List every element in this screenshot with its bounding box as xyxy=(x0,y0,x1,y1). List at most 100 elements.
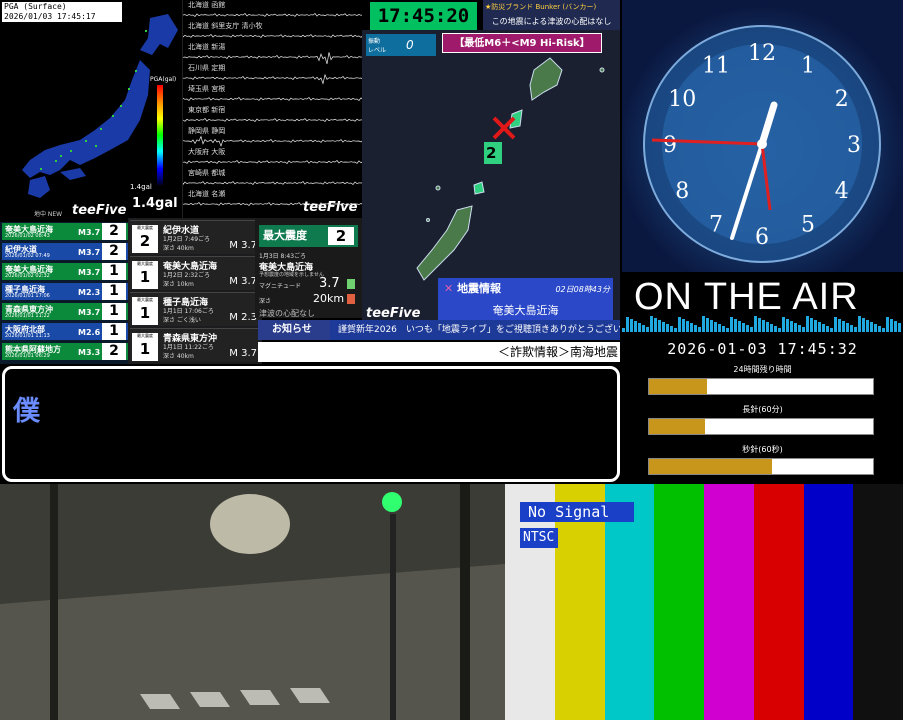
teefive-logo-waves: teeFive xyxy=(303,200,358,215)
notice-label: お知らせ xyxy=(258,320,330,340)
top-banner: ★防災ブランド Bunker (バンカー) この地震による津波の心配はなし xyxy=(483,0,620,30)
progress-bar-fill xyxy=(649,379,708,394)
detail-intensity-box: 最大震度 2 xyxy=(132,225,158,253)
earthquake-detail-item[interactable]: 最大震度 2 紀伊水道 1月2日 7:49ごろ 深さ 40km M 3.7 xyxy=(130,220,260,254)
earthquake-detail-item[interactable]: 最大震度 1 青森県東方沖 1月1日 11:22ごろ 深さ 40km M 3.7 xyxy=(130,328,260,362)
clock-numeral: 10 xyxy=(668,87,696,112)
earthquake-detail-item[interactable]: 最大震度 1 種子島近海 1月1日 17:06ごろ 深さ ごく浅い M 2.3 xyxy=(130,292,260,326)
earthquake-list-item[interactable]: 紀伊水道 2026/01/02 07:49 M3.7 2 xyxy=(2,243,128,260)
detail-time: 1月2日 2:32ごろ xyxy=(163,272,211,279)
teefive-logo: teeFive xyxy=(72,203,127,218)
eq-magnitude: M3.7 xyxy=(78,268,101,277)
detail-intensity-label: 最大震度 xyxy=(137,225,153,230)
depth-value: 20km xyxy=(313,292,345,305)
bar-label: 秒針(60秒) xyxy=(742,445,783,454)
detail-intensity-label: 最大震度 xyxy=(137,297,153,302)
clock-numeral: 5 xyxy=(801,213,815,238)
detail-depth: 深さ 10km xyxy=(163,281,194,288)
earthquake-list-item[interactable]: 大阪府北部 2026/01/01 11:13 M2.6 1 xyxy=(2,323,128,340)
clock-numeral: 3 xyxy=(847,133,861,158)
progress-bars-panel: 24時間残り時間 長針(60分) 秒針(60秒) xyxy=(622,362,903,482)
earthquake-list-item[interactable]: 奄美大島近海 2026/01/02 08:43 M3.7 2 xyxy=(2,223,128,240)
earthquake-list-item[interactable]: 奄美大島近海 2026/01/02 02:32 M3.7 1 xyxy=(2,263,128,280)
eq-datetime: 2026/01/02 02:32 xyxy=(5,273,50,279)
eq-magnitude: M3.7 xyxy=(78,248,101,257)
detail-depth: 深さ 40km xyxy=(163,245,194,252)
pga-label-text: PGA (Surface) xyxy=(4,2,67,11)
max-intensity-value: 2 xyxy=(328,227,354,245)
depth-indicator xyxy=(347,294,355,304)
clock-numeral: 7 xyxy=(709,213,723,238)
info-title-text: 地震情報 xyxy=(457,282,502,295)
risk-badge: 【最低M6＋<M9 Hi-Risk】 xyxy=(442,33,602,53)
island-map xyxy=(416,48,605,281)
info-time: 02日08時43分 xyxy=(555,285,610,294)
detail-intensity-label: 最大震度 xyxy=(137,333,153,338)
max-intensity-panel: 最大震度 2 1月3日 8:43ごろ 奄美大島近海 予想震度の地域を示しません … xyxy=(255,218,362,318)
clock-numeral: 4 xyxy=(835,179,849,204)
pga-logo-prefix: 地中 NEW xyxy=(34,211,63,218)
on-the-air-text: ON THE AIR xyxy=(634,276,859,318)
progress-bar xyxy=(648,458,874,475)
earthquake-list-item[interactable]: 熊本県阿蘇地方 2026/01/01 06:29 M3.3 2 xyxy=(2,343,128,360)
clock-numeral: 9 xyxy=(663,133,677,158)
quake-info-panel: ✕ 地震情報 02日08時43分 奄美大島近海 xyxy=(438,278,613,320)
earthquake-detail-list: 最大震度 2 紀伊水道 1月2日 7:49ごろ 深さ 40km M 3.7 最大震度 1 奄美大… xyxy=(128,218,262,364)
color-bar-stripe xyxy=(853,484,903,720)
detail-intensity-box: 最大震度 1 xyxy=(132,333,158,361)
color-bar-stripe xyxy=(654,484,704,720)
detail-intensity-box: 最大震度 1 xyxy=(132,297,158,325)
detail-time: 1月2日 7:49ごろ xyxy=(163,236,211,243)
eq-datetime: 2026/01/01 11:13 xyxy=(5,333,50,339)
pga-datetime: 2026/01/03 17:45:17 xyxy=(4,12,96,21)
banner-line1: ★防災ブランド Bunker (バンカー) xyxy=(485,3,597,11)
clock-numeral: 12 xyxy=(748,41,776,66)
clock-numeral: 8 xyxy=(675,179,689,204)
detail-magnitude: M 3.7 xyxy=(229,348,257,359)
audio-spectrum xyxy=(622,316,901,332)
clock-numeral: 2 xyxy=(835,87,849,112)
pga-small-value: 1.4gal xyxy=(130,183,152,191)
eq-datetime: 2026/01/01 06:29 xyxy=(5,353,50,359)
mag-indicator xyxy=(347,279,355,289)
eq-intensity: 1 xyxy=(102,263,126,280)
bar-label: 24時間残り時間 xyxy=(733,365,792,374)
detail-intensity-label: 最大震度 xyxy=(137,261,153,266)
info-title: ✕ 地震情報 xyxy=(444,280,501,296)
detail-intensity-value: 2 xyxy=(139,232,151,250)
street-scene xyxy=(0,484,505,720)
pga-value: 1.4gal xyxy=(132,196,178,211)
eq-datetime: 2026/01/01 17:06 xyxy=(5,293,50,299)
eq-datetime: 2026/01/01 11:22 xyxy=(5,313,50,319)
bar-label: 長針(60分) xyxy=(742,405,783,414)
detail-depth: 深さ ごく浅い xyxy=(163,317,201,324)
eq-intensity: 2 xyxy=(102,343,126,360)
eq-magnitude: M2.6 xyxy=(78,328,101,337)
detail-magnitude: M 3.7 xyxy=(229,240,257,251)
ntsc-label: NTSC xyxy=(520,528,558,548)
eq-magnitude: M2.3 xyxy=(78,288,101,297)
max-intensity-label: 最大震度 xyxy=(263,229,307,242)
datetime-display: 2026-01-03 17:45:32 xyxy=(622,340,903,362)
pga-color-scale xyxy=(157,85,163,185)
progress-bar xyxy=(648,378,874,395)
fraud-ticker: ＜詐欺情報＞南海地震 xyxy=(258,342,620,362)
detail-magnitude: M 2.3 xyxy=(229,312,257,323)
tsunami-footer: 津波の心配なし xyxy=(259,309,315,318)
eq-magnitude: M3.3 xyxy=(78,348,101,357)
clock-numeral: 6 xyxy=(755,225,769,250)
detail-intensity-value: 1 xyxy=(139,304,151,322)
mag-label: マグニチュード xyxy=(259,283,302,290)
detail-intensity-box: 最大震度 1 xyxy=(132,261,158,289)
eq-magnitude: M3.7 xyxy=(78,228,101,237)
notice-ticker: 謹賀新年2026 いつも「地震ライブ」をご視聴頂きありがとうございます! xyxy=(330,320,620,340)
close-x-icon: ✕ xyxy=(444,282,454,295)
earthquake-detail-item[interactable]: 最大震度 1 奄美大島近海 1月2日 2:32ごろ 深さ 10km M 3.7 xyxy=(130,256,260,290)
eq-intensity: 1 xyxy=(102,283,126,300)
earthquake-list-item[interactable]: 青森県東方沖 2026/01/01 11:22 M3.7 1 xyxy=(2,303,128,320)
mag-value: 3.7 xyxy=(319,276,340,291)
level-label: 振動 レベル xyxy=(368,38,387,54)
depth-label: 深さ xyxy=(259,298,272,305)
earthquake-list-item[interactable]: 種子島近海 2026/01/01 17:06 M2.3 1 xyxy=(2,283,128,300)
analog-clock-panel: 12 1 2 3 4 5 6 7 8 9 10 11 xyxy=(622,0,903,272)
